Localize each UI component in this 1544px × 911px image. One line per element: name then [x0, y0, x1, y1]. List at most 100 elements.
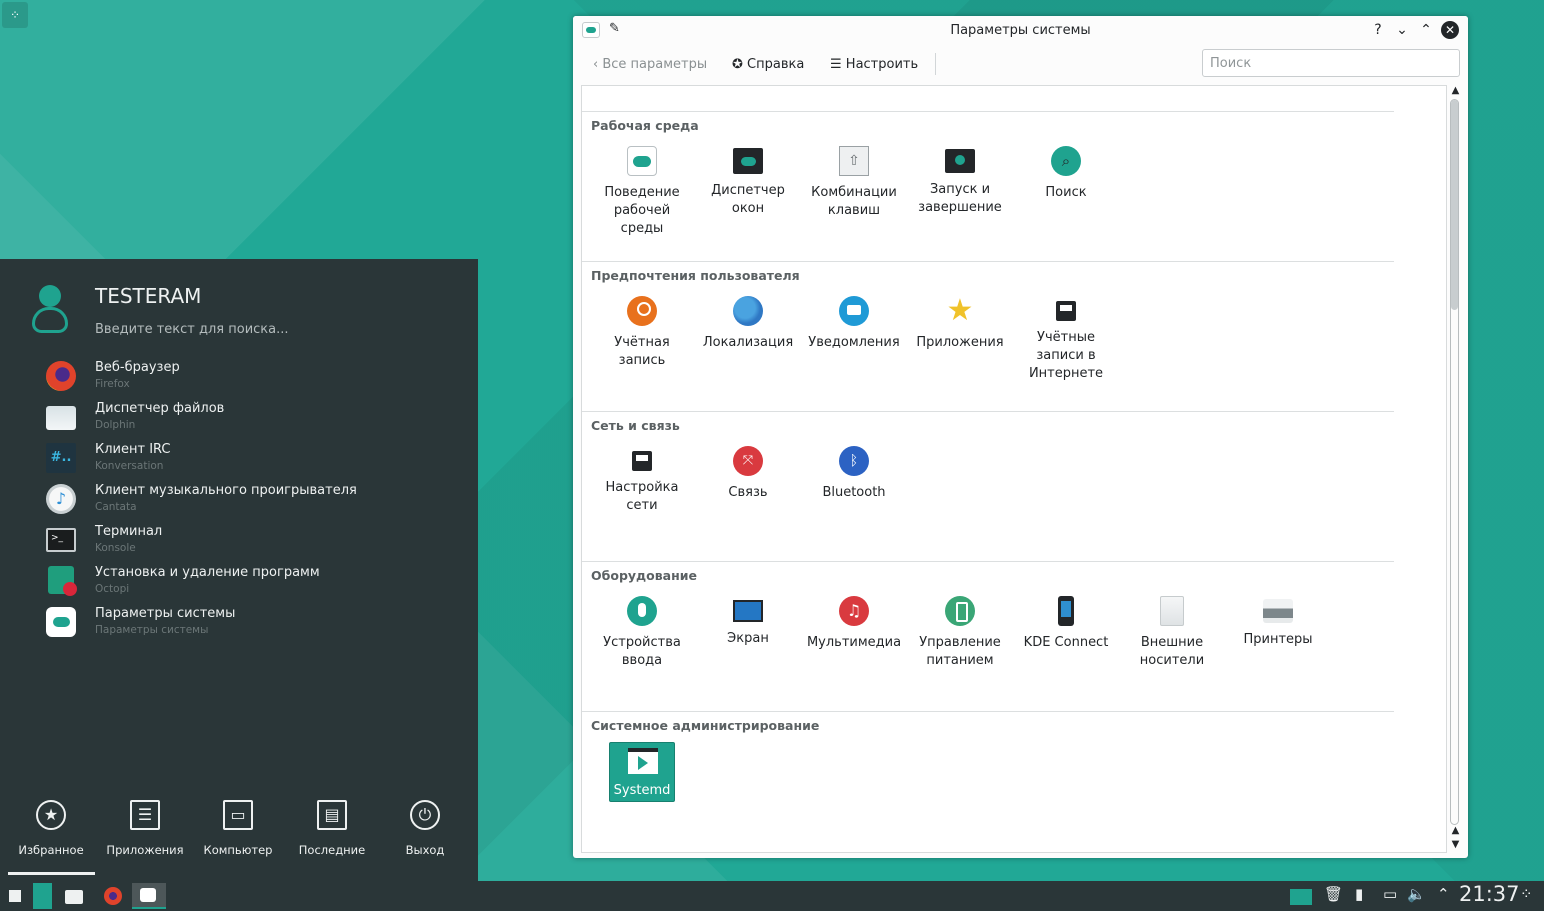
search-input[interactable]: Поиск	[1202, 49, 1460, 77]
module-removable-storage[interactable]: Внешние носители	[1119, 596, 1225, 670]
mouse-icon	[627, 596, 657, 626]
tab-favorites[interactable]: ★ Избранное	[6, 796, 96, 857]
category-title: Рабочая среда	[591, 118, 699, 133]
list-item-title: Клиент IRC	[95, 442, 171, 457]
list-item[interactable]: ♪ Клиент музыкального проигрывателя Cant…	[0, 480, 478, 521]
module-bluetooth[interactable]: ᛒ Bluetooth	[801, 446, 907, 502]
display-icon	[733, 600, 763, 622]
list-item-subtitle: Firefox	[95, 378, 130, 390]
volume-icon[interactable]: 🔈	[1407, 885, 1426, 903]
scrollbar-track[interactable]	[1450, 99, 1459, 825]
titlebar[interactable]: ✎ Параметры системы ? ⌄ ⌃ ✕	[573, 16, 1468, 45]
module-label: Диспетчер окон	[711, 183, 785, 216]
list-item[interactable]: #.. Клиент IRC Konversation	[0, 439, 478, 480]
panel-settings-icon[interactable]: ⁘	[1520, 885, 1533, 903]
expand-tray-icon[interactable]: ⌃	[1437, 885, 1450, 903]
notifications-tray-icon[interactable]	[1290, 889, 1312, 905]
help-button[interactable]: ✪ Справка	[732, 57, 804, 72]
module-power-management[interactable]: Управление питанием	[907, 596, 1013, 670]
module-search[interactable]: ⌕ Поиск	[1013, 146, 1119, 202]
list-item-title: Клиент музыкального проигрывателя	[95, 483, 357, 498]
configure-button-label: Настроить	[845, 57, 919, 72]
category-system-administration: Системное администрирование Systemd	[582, 711, 1394, 841]
music-icon: ♫	[839, 596, 869, 626]
battery-icon	[945, 596, 975, 626]
close-icon[interactable]: ✕	[1441, 21, 1459, 39]
folder-icon[interactable]	[65, 890, 83, 904]
back-button-label: Все параметры	[602, 57, 708, 72]
tab-label: Последние	[298, 843, 366, 857]
tab-recent[interactable]: ▤ Последние	[287, 796, 377, 857]
terminal-icon: >_	[46, 528, 76, 552]
user-avatar-icon[interactable]	[30, 283, 70, 335]
maximize-icon[interactable]: ⌃	[1416, 20, 1436, 40]
module-printers[interactable]: Принтеры	[1225, 596, 1331, 649]
module-localization[interactable]: Локализация	[695, 296, 801, 352]
module-workspace-behavior[interactable]: Поведение рабочей среды	[589, 146, 695, 238]
launcher-search-input[interactable]: Введите текст для поиска...	[95, 322, 289, 337]
category-personalization: Предпочтения пользователя Учётная запись…	[582, 261, 1394, 411]
scroll-down-icon[interactable]: ▲	[1450, 825, 1461, 836]
module-multimedia[interactable]: ♫ Мультимедиа	[801, 596, 907, 652]
list-item-subtitle: Octopi	[95, 583, 130, 595]
menu-icon: ☰	[830, 57, 842, 72]
list-item[interactable]: Диспетчер файлов Dolphin	[0, 398, 478, 439]
scroll-up-icon[interactable]: ▲	[1450, 85, 1461, 96]
module-shortcuts[interactable]: ⇧ Комбинации клавиш	[801, 146, 907, 220]
taskbar: 🗑 ▮ ▭ 🔈 ⌃ 21:37 ⁘	[0, 881, 1544, 911]
tab-label: Избранное	[18, 843, 84, 857]
star-icon: ★	[36, 800, 66, 830]
tab-applications[interactable]: ☰ Приложения	[100, 796, 190, 857]
module-input-devices[interactable]: Устройства ввода	[589, 596, 695, 670]
scrollbar-thumb[interactable]	[1451, 100, 1458, 310]
module-label: Запуск и завершение	[918, 182, 1002, 215]
module-user-account[interactable]: Учётная запись	[589, 296, 695, 370]
module-connections[interactable]: ⤧ Связь	[695, 446, 801, 502]
module-startup[interactable]: Запуск и завершение	[907, 146, 1013, 217]
tab-label: Приложения	[106, 843, 184, 857]
applications-icon: ☰	[130, 800, 160, 830]
list-item-title: Терминал	[95, 524, 163, 539]
list-item[interactable]: Веб-браузер Firefox	[0, 357, 478, 398]
package-updates-icon[interactable]: ▮	[1355, 885, 1363, 903]
module-display[interactable]: Экран	[695, 596, 801, 648]
clock[interactable]: 21:37	[1459, 882, 1520, 906]
category-network: Сеть и связь Настройка сети ⤧ Связь ᛒ Bl…	[582, 411, 1394, 561]
network-tray-icon[interactable]: ▭	[1383, 885, 1397, 903]
list-item[interactable]: Установка и удаление программ Octopi	[0, 562, 478, 603]
application-menu-icon[interactable]	[6, 887, 24, 905]
module-notifications[interactable]: Уведомления	[801, 296, 907, 352]
active-tab-indicator	[8, 872, 95, 875]
module-systemd[interactable]: Systemd	[609, 742, 675, 802]
taskbar-task-system-settings[interactable]	[132, 883, 166, 909]
configure-button[interactable]: ☰ Настроить	[830, 57, 918, 72]
vertical-scrollbar[interactable]: ▲ ▲ ▼	[1448, 85, 1462, 853]
minimize-icon[interactable]: ⌄	[1392, 20, 1412, 40]
module-label: Учётная запись	[614, 335, 670, 368]
module-label: Учётные записи в Интернете	[1028, 330, 1104, 381]
virtual-desktop-pager[interactable]	[33, 883, 52, 909]
list-item-subtitle: Konversation	[95, 460, 164, 472]
firefox-icon[interactable]	[104, 887, 122, 905]
module-window-manager[interactable]: Диспетчер окон	[695, 146, 801, 218]
tab-computer[interactable]: ▭ Компьютер	[193, 796, 283, 857]
module-network-settings[interactable]: Настройка сети	[589, 446, 695, 515]
lifebuoy-icon: ✪	[732, 57, 743, 72]
scroll-down-icon[interactable]: ▼	[1450, 839, 1461, 850]
help-icon[interactable]: ?	[1368, 20, 1388, 40]
online-accounts-icon	[1056, 301, 1076, 321]
back-button[interactable]: ‹ Все параметры	[593, 57, 707, 72]
list-item[interactable]: Параметры системы Параметры системы	[0, 603, 478, 644]
module-label: Systemd	[613, 783, 671, 798]
trash-icon[interactable]: 🗑	[1324, 885, 1343, 903]
category-title: Сеть и связь	[591, 418, 680, 433]
module-online-accounts[interactable]: Учётные записи в Интернете	[1013, 296, 1119, 383]
tab-leave[interactable]: ⏻ Выход	[380, 796, 470, 857]
list-item-subtitle: Konsole	[95, 542, 136, 554]
module-applications[interactable]: ★ Приложения	[907, 296, 1013, 352]
desktop-toolbox-icon[interactable]: ⁘	[2, 2, 28, 28]
module-kde-connect[interactable]: KDE Connect	[1013, 596, 1119, 652]
list-item[interactable]: >_ Терминал Konsole	[0, 521, 478, 562]
irc-icon: #..	[46, 443, 76, 473]
user-account-icon	[627, 296, 657, 326]
